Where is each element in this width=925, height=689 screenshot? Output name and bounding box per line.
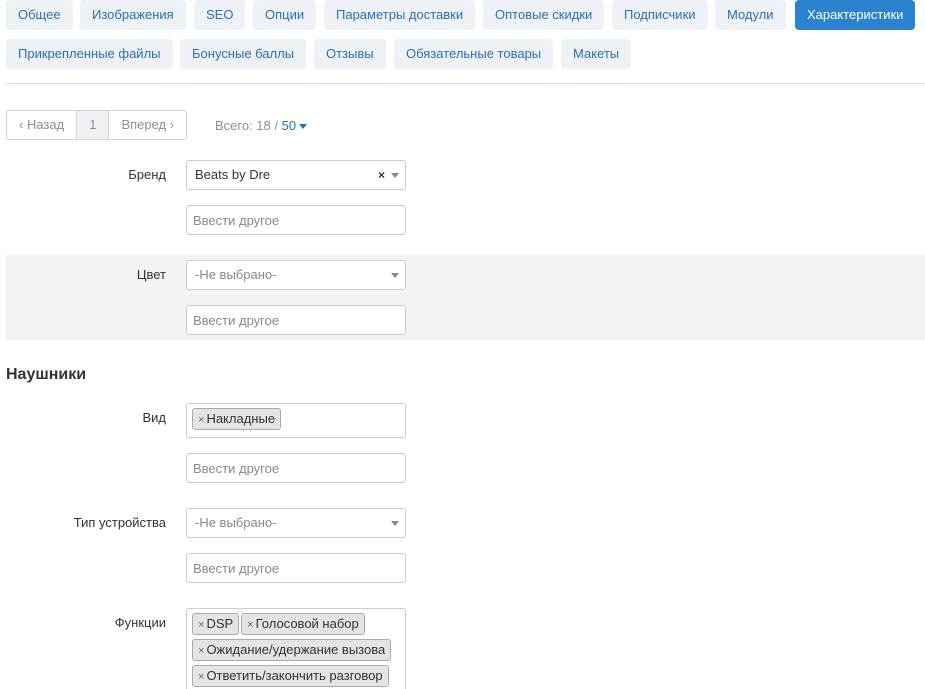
brand-label: Бренд (128, 167, 166, 182)
chip: × DSP (192, 613, 240, 635)
chevron-right-icon: › (166, 117, 175, 132)
device-type-label: Тип устройства (73, 515, 166, 530)
tab-seo[interactable]: SEO (194, 0, 246, 30)
divider (6, 83, 925, 84)
total-count: Всего: 18 / 50 (215, 118, 308, 133)
color-other-input[interactable] (186, 305, 406, 335)
next-page-button[interactable]: Вперед › (108, 111, 186, 139)
tab-images[interactable]: Изображения (80, 0, 186, 30)
device-type-other-input[interactable] (186, 553, 406, 583)
chevron-down-icon (391, 173, 399, 178)
kind-multiselect[interactable]: × Накладные (186, 403, 406, 438)
caret-down-icon (299, 124, 308, 130)
functions-label: Функции (114, 615, 166, 630)
chip: × Накладные (192, 408, 282, 430)
tab-subscribers[interactable]: Подписчики (612, 0, 708, 30)
chevron-down-icon (391, 521, 399, 526)
chip: × Ожидание/удержание вызова (192, 639, 392, 661)
kind-other-input[interactable] (186, 453, 406, 483)
device-type-select[interactable]: -Не выбрано- (186, 508, 406, 538)
kind-label: Вид (142, 410, 166, 425)
tab-bonus-points[interactable]: Бонусные баллы (180, 39, 307, 69)
chevron-down-icon (391, 273, 399, 278)
remove-icon[interactable]: × (198, 619, 204, 631)
tab-features[interactable]: Характеристики (795, 0, 916, 30)
prev-page-button[interactable]: ‹ Назад (7, 111, 76, 139)
page-number[interactable]: 1 (76, 111, 109, 139)
per-page-dropdown[interactable]: 50 (282, 118, 308, 133)
tab-reviews[interactable]: Отзывы (314, 39, 386, 69)
tab-wholesale-discounts[interactable]: Оптовые скидки (483, 0, 605, 30)
brand-select[interactable]: Beats by Dre × (186, 160, 406, 190)
remove-icon[interactable]: × (247, 619, 253, 631)
tab-attached-files[interactable]: Прикрепленные файлы (6, 39, 173, 69)
section-title: Наушники (6, 366, 87, 383)
chip: × Ответить/закончить разговор (192, 665, 389, 687)
functions-multiselect[interactable]: × DSP × Голосовой набор × Ожидание/удержание… (186, 608, 406, 689)
tab-required-products[interactable]: Обязательные товары (394, 39, 554, 69)
remove-icon[interactable]: × (198, 414, 204, 426)
remove-icon[interactable]: × (198, 645, 204, 657)
color-label: Цвет (136, 267, 166, 282)
chip: × Голосовой набор (241, 613, 365, 635)
color-select[interactable]: -Не выбрано- (186, 260, 406, 290)
tab-options[interactable]: Опции (253, 0, 317, 30)
pagination: ‹ Назад 1 Вперед › (6, 110, 188, 140)
tab-general[interactable]: Общее (6, 0, 73, 30)
tab-modules[interactable]: Модули (715, 0, 786, 30)
tab-layouts[interactable]: Макеты (561, 39, 632, 69)
remove-icon[interactable]: × (198, 671, 204, 683)
clear-icon[interactable]: × (378, 161, 385, 189)
chevron-left-icon: ‹ (19, 117, 27, 132)
brand-other-input[interactable] (186, 205, 406, 235)
tab-shipping-params[interactable]: Параметры доставки (324, 0, 476, 30)
